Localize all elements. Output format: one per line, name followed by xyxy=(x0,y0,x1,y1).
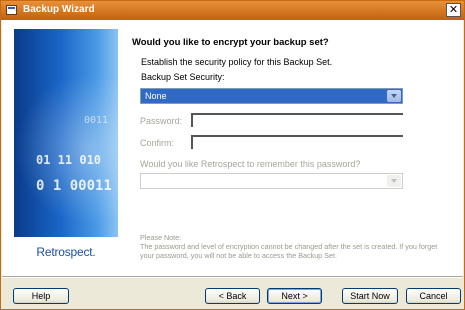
confirm-field[interactable] xyxy=(191,135,403,149)
app-icon xyxy=(6,5,17,15)
cancel-button[interactable]: Cancel xyxy=(406,288,461,304)
chevron-down-icon[interactable] xyxy=(387,90,401,102)
banner-glow xyxy=(14,69,118,229)
logo-text: Retrospect. xyxy=(36,245,96,259)
backup-wizard-window: Backup Wizard ✕ 0011 01 11 010 0 1 00011… xyxy=(0,0,465,310)
next-button[interactable]: Next > xyxy=(267,288,322,304)
chevron-down-icon[interactable] xyxy=(387,175,401,187)
window-title: Backup Wizard xyxy=(23,4,95,15)
password-field[interactable] xyxy=(191,113,403,127)
help-button[interactable]: Help xyxy=(13,288,69,304)
back-button[interactable]: < Back xyxy=(205,288,260,304)
remember-label: Would you like Retrospect to remember th… xyxy=(140,159,361,169)
security-dropdown[interactable]: None xyxy=(140,88,403,104)
confirm-label: Confirm: xyxy=(140,138,175,148)
binary-text: 0011 xyxy=(84,115,109,126)
binary-text: 01 11 010 xyxy=(36,153,102,167)
note-title: Please Note: xyxy=(140,233,182,242)
page-heading: Would you like to encrypt your backup se… xyxy=(132,37,329,48)
note-line: The password and level of encryption can… xyxy=(140,242,438,251)
binary-text: 0 1 00011 xyxy=(36,178,112,194)
intro-text: Establish the security policy for this B… xyxy=(141,57,333,67)
security-label: Backup Set Security: xyxy=(141,72,225,82)
sidebar-banner: 0011 01 11 010 0 1 00011 Retrospect. xyxy=(14,29,118,267)
security-value: None xyxy=(145,91,167,101)
close-icon: ✕ xyxy=(448,3,459,16)
remember-dropdown[interactable] xyxy=(140,173,403,189)
title-bar: Backup Wizard ✕ xyxy=(1,1,464,20)
footer-divider xyxy=(2,276,463,278)
note-line: your password, you will not be able to a… xyxy=(140,251,337,260)
start-now-button[interactable]: Start Now xyxy=(342,288,398,304)
password-label: Password: xyxy=(140,116,183,126)
retrospect-logo: Retrospect. xyxy=(14,237,118,267)
close-button[interactable]: ✕ xyxy=(446,3,461,17)
